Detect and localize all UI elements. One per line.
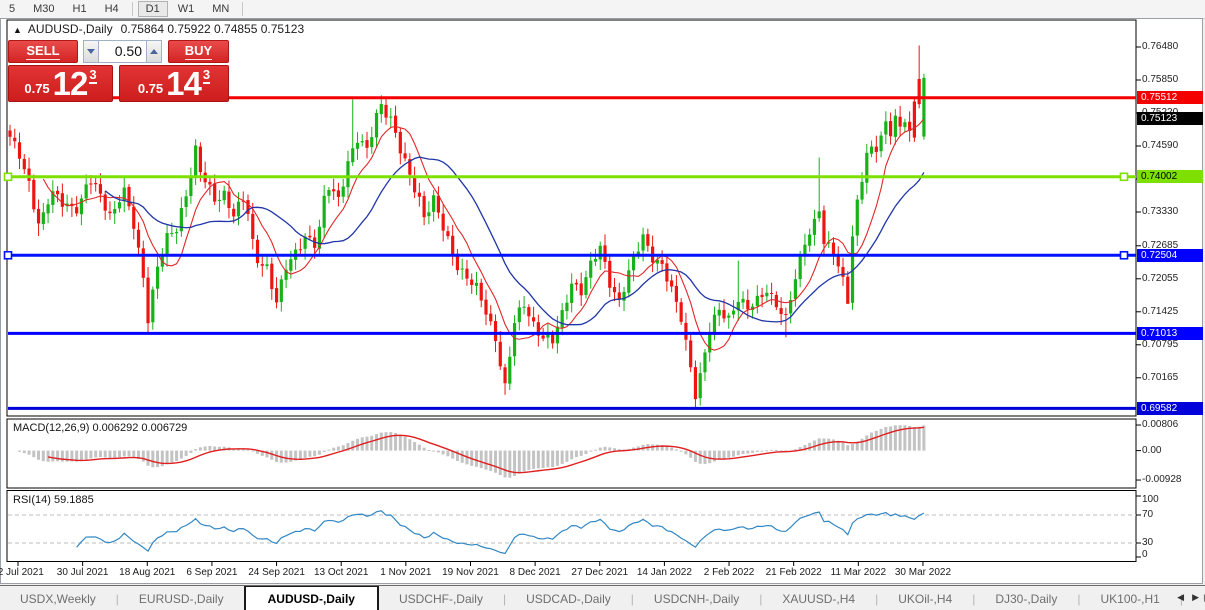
date-axis-label: 27 Dec 2021 [571, 567, 628, 578]
date-axis-label: 19 Nov 2021 [442, 567, 499, 578]
price-axis-tick-label: 0.72055 [1142, 273, 1178, 284]
chart-tab-eurusd-daily[interactable]: EURUSD-,Daily [119, 586, 244, 610]
one-click-trade-panel: SELL 0.50 BUY 0.75 12 3 0.75 14 3 [8, 40, 229, 102]
timeframe-button-h4[interactable]: H4 [97, 1, 127, 17]
timeframe-toolbar: 5M30H1H4 D1W1MN [0, 0, 1205, 19]
date-axis-label: 30 Jul 2021 [57, 567, 109, 578]
macd-axis-label: -0.00928 [1142, 474, 1181, 485]
date-axis-label: 24 Sep 2021 [248, 567, 305, 578]
sell-price-pips: 12 [53, 69, 88, 99]
date-axis-label: 6 Sep 2021 [186, 567, 237, 578]
symbol-tab-bar: USDX,Weekly|EURUSD-,DailyAUDUSD-,DailyUS… [0, 585, 1205, 610]
date-axis-label: 8 Dec 2021 [510, 567, 561, 578]
date-axis-label: 12 Jul 2021 [0, 567, 44, 578]
macd-axis-label: 0.00 [1142, 445, 1161, 456]
price-level-badge: 0.69582 [1137, 402, 1203, 415]
price-axis-tick-label: 0.71425 [1142, 306, 1178, 317]
price-level-badge: 0.75123 [1137, 112, 1203, 125]
arrow-up-icon [150, 49, 158, 54]
chart-tab-usdcnh-daily[interactable]: USDCNH-,Daily [634, 586, 759, 610]
date-axis-label: 14 Jan 2022 [637, 567, 692, 578]
chart-tab-usdcad-daily[interactable]: USDCAD-,Daily [506, 586, 631, 610]
price-level-badge: 0.74002 [1137, 170, 1203, 183]
price-level-badge: 0.75512 [1137, 91, 1203, 104]
sell-price-main: 0.75 [24, 79, 49, 99]
toolbar-separator [132, 2, 133, 16]
tab-scroll-left-icon[interactable]: ◀ [1173, 592, 1188, 603]
volume-increase-button[interactable] [146, 40, 162, 63]
price-axis-tick-label: 0.75850 [1142, 74, 1178, 85]
date-axis-label: 21 Feb 2022 [766, 567, 822, 578]
buy-price-point: 3 [203, 69, 210, 84]
date-axis-label: 2 Feb 2022 [704, 567, 755, 578]
buy-price-pips: 14 [166, 69, 201, 99]
buy-button[interactable]: BUY [168, 40, 229, 63]
chart-tab-xauusd-h4[interactable]: XAUUSD-,H4 [762, 586, 875, 610]
buy-price-main: 0.75 [138, 79, 163, 99]
tab-scroll-right-icon[interactable]: ▶ [1188, 592, 1203, 603]
rsi-axis-label: 70 [1142, 509, 1153, 520]
macd-axis-label: 0.00806 [1142, 419, 1178, 430]
chart-tab-dj30-daily[interactable]: DJ30-,Daily [975, 586, 1077, 610]
trading-app-window: 5M30H1H4 D1W1MN ▲ AUDUSD-,Daily 0.75864 0.7… [0, 0, 1205, 610]
rsi-indicator-label: RSI(14) 59.1885 [13, 494, 94, 506]
date-axis-label: 30 Mar 2022 [895, 567, 951, 578]
toolbar-separator [242, 2, 243, 16]
timeframe-button-w1[interactable]: W1 [170, 1, 203, 17]
timeframe-button-m30[interactable]: M30 [25, 1, 62, 17]
chart-symbol-label: AUDUSD-,Daily [28, 22, 113, 36]
chart-window[interactable] [0, 18, 1203, 584]
price-axis-tick-label: 0.73330 [1142, 206, 1178, 217]
price-axis-tick-label: 0.70165 [1142, 372, 1178, 383]
date-axis-label: 18 Aug 2021 [119, 567, 175, 578]
price-axis-tick-label: 0.70795 [1142, 339, 1178, 350]
volume-decrease-button[interactable] [83, 40, 99, 63]
timeframe-button-5[interactable]: 5 [1, 1, 23, 17]
price-level-badge: 0.71013 [1137, 327, 1203, 340]
price-level-badge: 0.72504 [1137, 249, 1203, 262]
rsi-axis-label: 30 [1142, 537, 1153, 548]
timeframe-button-d1[interactable]: D1 [138, 1, 168, 17]
sell-price-point: 3 [89, 69, 96, 84]
volume-input[interactable]: 0.50 [99, 40, 146, 63]
sell-price-display[interactable]: 0.75 12 3 [8, 65, 113, 102]
arrow-down-icon [87, 49, 95, 54]
chart-header: ▲ AUDUSD-,Daily 0.75864 0.75922 0.74855 0.… [13, 22, 304, 36]
tab-scrollers: ◀ ▶ [1173, 585, 1203, 610]
chart-tab-usdchf-daily[interactable]: USDCHF-,Daily [379, 586, 503, 610]
price-axis-tick-label: 0.76480 [1142, 41, 1178, 52]
timeframe-button-h1[interactable]: H1 [65, 1, 95, 17]
date-axis-label: 11 Mar 2022 [831, 567, 886, 578]
collapse-chart-icon[interactable]: ▲ [13, 25, 22, 35]
chart-tab-audusd-daily[interactable]: AUDUSD-,Daily [244, 585, 379, 610]
buy-price-display[interactable]: 0.75 14 3 [119, 65, 229, 102]
macd-indicator-label: MACD(12,26,9) 0.006292 0.006729 [13, 422, 187, 434]
rsi-axis-label: 100 [1142, 494, 1159, 505]
price-axis-tick-label: 0.74590 [1142, 140, 1178, 151]
date-axis-label: 13 Oct 2021 [314, 567, 368, 578]
date-axis-label: 1 Nov 2021 [380, 567, 431, 578]
chart-tab-uk100-h1[interactable]: UK100-,H1 [1080, 586, 1179, 610]
rsi-axis-label: 0 [1142, 549, 1148, 560]
chart-tab-usdx-weekly[interactable]: USDX,Weekly [0, 586, 116, 610]
timeframe-button-mn[interactable]: MN [204, 1, 237, 17]
chart-ohlc-values: 0.75864 0.75922 0.74855 0.75123 [121, 22, 305, 36]
sell-button[interactable]: SELL [8, 40, 78, 63]
chart-tab-ukoil-h4[interactable]: UKOil-,H4 [878, 586, 972, 610]
